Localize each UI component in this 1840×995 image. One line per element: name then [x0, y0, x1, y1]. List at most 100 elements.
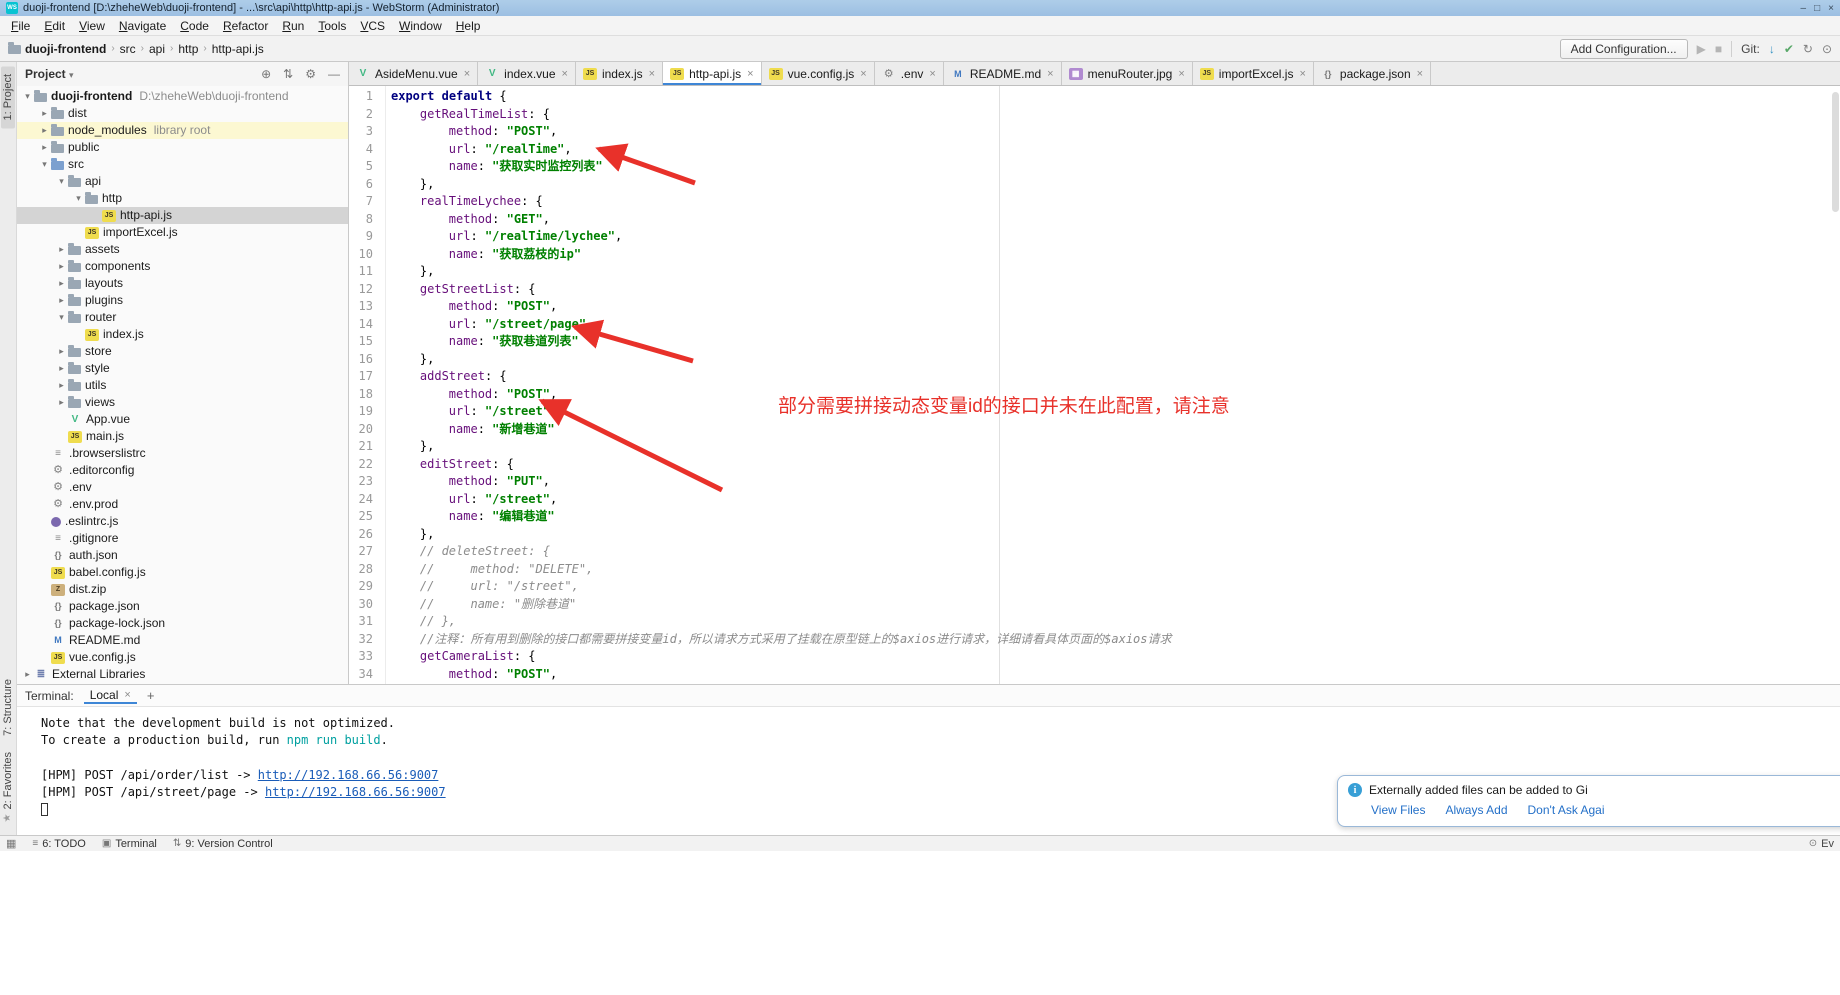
chevron-right-icon[interactable]: ▸: [55, 258, 68, 275]
tab-index.vue[interactable]: Vindex.vue×: [478, 62, 576, 85]
chevron-down-icon[interactable]: ▾: [72, 190, 85, 207]
tree-item-external-libraries[interactable]: ▸≣External Libraries: [17, 666, 348, 683]
tree-item-.env.prod[interactable]: ⚙.env.prod: [17, 496, 348, 513]
tool-stripe-project[interactable]: 1: Project: [1, 66, 15, 128]
tab-package.json[interactable]: {}package.json×: [1314, 62, 1431, 85]
chevron-right-icon[interactable]: ▸: [38, 105, 51, 122]
hide-panel-icon[interactable]: ―: [328, 67, 340, 81]
chevron-down-icon[interactable]: ▾: [38, 156, 51, 173]
close-icon[interactable]: ×: [747, 68, 753, 80]
always-add-link[interactable]: Always Add: [1445, 803, 1507, 817]
chevron-right-icon[interactable]: ▸: [55, 377, 68, 394]
tree-item-.editorconfig[interactable]: ⚙.editorconfig: [17, 462, 348, 479]
tree-item-style[interactable]: ▸style: [17, 360, 348, 377]
menu-item-run[interactable]: Run: [275, 17, 311, 35]
breadcrumb-item-http-api.js[interactable]: http-api.js: [212, 42, 264, 56]
close-button[interactable]: ×: [1828, 3, 1834, 14]
tree-item-vue.config.js[interactable]: JSvue.config.js: [17, 649, 348, 666]
close-icon[interactable]: ×: [1178, 68, 1184, 80]
terminal-link[interactable]: http://192.168.66.56:9007: [265, 785, 446, 799]
close-icon[interactable]: ×: [124, 689, 130, 701]
code-editor[interactable]: 1export default {2 getRealTimeList: {3 m…: [349, 86, 1840, 684]
tree-item-package.json[interactable]: {}package.json: [17, 598, 348, 615]
close-icon[interactable]: ×: [1047, 68, 1053, 80]
statusbar-terminal[interactable]: ▣Terminal: [102, 838, 157, 850]
terminal-tab-local[interactable]: Local×: [84, 687, 137, 704]
new-session-icon[interactable]: +: [147, 688, 155, 703]
chevron-right-icon[interactable]: ▸: [55, 292, 68, 309]
search-everywhere-icon[interactable]: ⊙: [1822, 42, 1832, 56]
terminal-link[interactable]: http://192.168.66.56:9007: [258, 768, 439, 782]
tab-.env[interactable]: ⚙.env×: [875, 62, 944, 85]
chevron-right-icon[interactable]: ▸: [38, 122, 51, 139]
tree-item-plugins[interactable]: ▸plugins: [17, 292, 348, 309]
editor-scrollbar[interactable]: [1831, 86, 1840, 684]
tab-index.js[interactable]: JSindex.js×: [576, 62, 663, 85]
tab-readme.md[interactable]: MREADME.md×: [944, 62, 1062, 85]
tree-item-duoji-frontend[interactable]: ▾duoji-frontendD:\zheheWeb\duoji-fronten…: [17, 88, 348, 105]
chevron-down-icon[interactable]: ▾: [55, 173, 68, 190]
close-icon[interactable]: ×: [562, 68, 568, 80]
breadcrumb-item-api[interactable]: api: [149, 42, 165, 56]
breadcrumb-item-duoji-frontend[interactable]: duoji-frontend: [25, 42, 106, 56]
tree-item-router[interactable]: ▾router: [17, 309, 348, 326]
project-view-selector[interactable]: Project ▾: [25, 67, 74, 81]
tree-item-views[interactable]: ▸views: [17, 394, 348, 411]
tree-item-utils[interactable]: ▸utils: [17, 377, 348, 394]
tree-item-dist[interactable]: ▸dist: [17, 105, 348, 122]
tree-item-auth.json[interactable]: {}auth.json: [17, 547, 348, 564]
stop-icon[interactable]: ■: [1715, 42, 1722, 56]
dont-ask-again-link[interactable]: Don't Ask Agai: [1528, 803, 1605, 817]
close-icon[interactable]: ×: [464, 68, 470, 80]
close-icon[interactable]: ×: [860, 68, 866, 80]
tree-item-readme.md[interactable]: MREADME.md: [17, 632, 348, 649]
tree-item-package-lock.json[interactable]: {}package-lock.json: [17, 615, 348, 632]
chevron-right-icon[interactable]: ▸: [55, 394, 68, 411]
chevron-right-icon[interactable]: ▸: [21, 666, 34, 683]
tree-item-app.vue[interactable]: VApp.vue: [17, 411, 348, 428]
tree-item-http[interactable]: ▾http: [17, 190, 348, 207]
locate-file-icon[interactable]: ⊕: [261, 67, 271, 81]
statusbar-9-version-control[interactable]: ⇅9: Version Control: [173, 838, 273, 850]
git-update-icon[interactable]: ↓: [1769, 42, 1775, 56]
tree-item-layouts[interactable]: ▸layouts: [17, 275, 348, 292]
tree-item-dist.zip[interactable]: Zdist.zip: [17, 581, 348, 598]
maximize-button[interactable]: □: [1814, 3, 1820, 14]
tool-stripe-structure[interactable]: 7: Structure: [1, 671, 15, 744]
chevron-right-icon[interactable]: ▸: [55, 275, 68, 292]
run-icon[interactable]: ▶: [1697, 42, 1706, 56]
tree-item-public[interactable]: ▸public: [17, 139, 348, 156]
tree-item-.browserslistrc[interactable]: ≡.browserslistrc: [17, 445, 348, 462]
tab-vue.config.js[interactable]: JSvue.config.js×: [762, 62, 875, 85]
scrollbar-thumb[interactable]: [1832, 92, 1839, 212]
tree-item-node_modules[interactable]: ▸node_moduleslibrary root: [17, 122, 348, 139]
chevron-right-icon[interactable]: ▸: [55, 241, 68, 258]
breadcrumb-item-http[interactable]: http: [178, 42, 198, 56]
menu-item-refactor[interactable]: Refactor: [216, 17, 275, 35]
close-icon[interactable]: ×: [1299, 68, 1305, 80]
close-icon[interactable]: ×: [1417, 68, 1423, 80]
menu-item-code[interactable]: Code: [173, 17, 216, 35]
git-history-icon[interactable]: ↻: [1803, 42, 1813, 56]
menu-item-window[interactable]: Window: [392, 17, 449, 35]
tree-item-.eslintrc.js[interactable]: .eslintrc.js: [17, 513, 348, 530]
statusbar-6-todo[interactable]: ≡6: TODO: [32, 838, 85, 850]
git-commit-icon[interactable]: ✔: [1784, 42, 1794, 56]
chevron-right-icon[interactable]: ▸: [55, 360, 68, 377]
tree-item-api[interactable]: ▾api: [17, 173, 348, 190]
tree-item-index.js[interactable]: JSindex.js: [17, 326, 348, 343]
event-log-label[interactable]: Ev: [1821, 838, 1834, 850]
menu-item-file[interactable]: File: [4, 17, 37, 35]
menu-item-help[interactable]: Help: [449, 17, 488, 35]
chevron-down-icon[interactable]: ▾: [21, 88, 34, 105]
tool-stripe-favorites[interactable]: ★2: Favorites: [1, 744, 15, 831]
gear-icon[interactable]: ⚙: [305, 67, 316, 81]
tree-item-.gitignore[interactable]: ≡.gitignore: [17, 530, 348, 547]
tab-asidemenu.vue[interactable]: VAsideMenu.vue×: [349, 62, 478, 85]
tree-item-babel.config.js[interactable]: JSbabel.config.js: [17, 564, 348, 581]
chevron-down-icon[interactable]: ▾: [55, 309, 68, 326]
tree-item-src[interactable]: ▾src: [17, 156, 348, 173]
minimize-button[interactable]: –: [1801, 3, 1807, 14]
breadcrumb-item-src[interactable]: src: [120, 42, 136, 56]
chevron-right-icon[interactable]: ▸: [38, 139, 51, 156]
